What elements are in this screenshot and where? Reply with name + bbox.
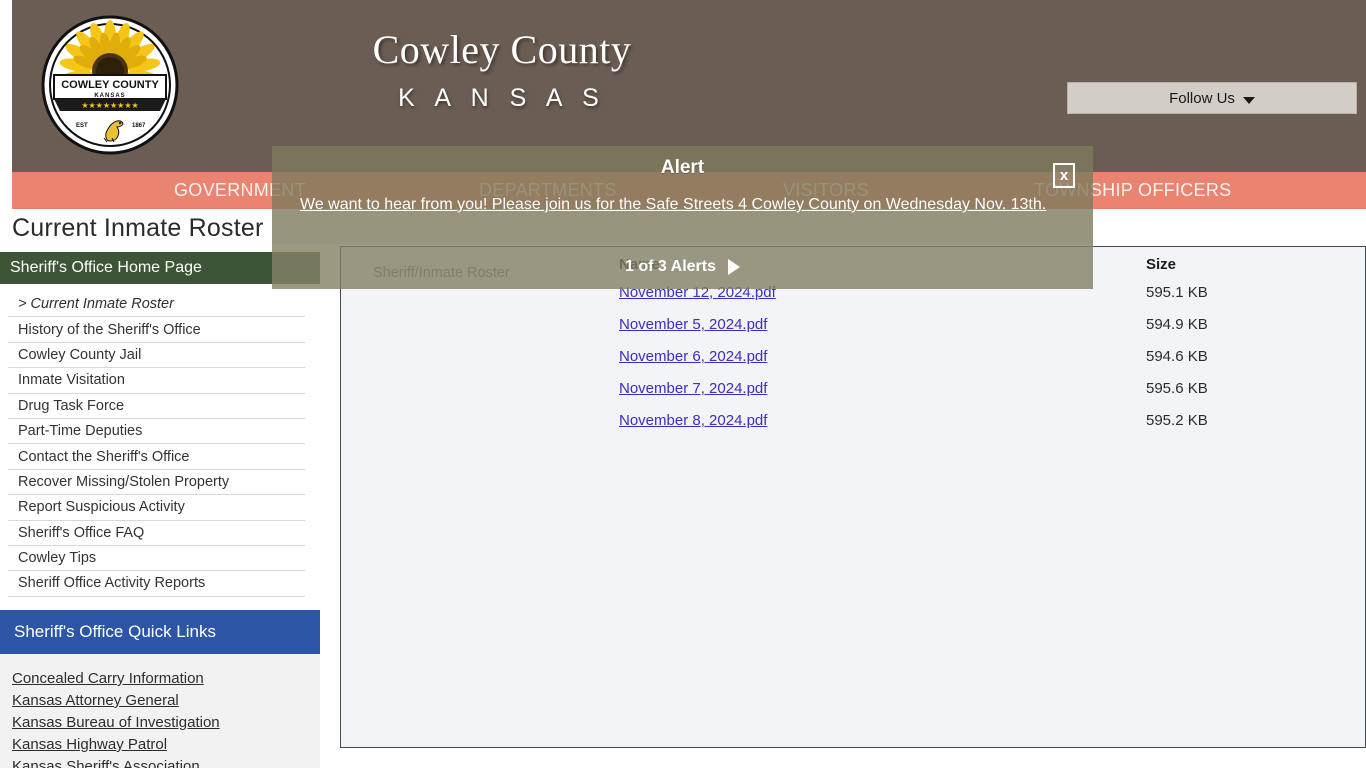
- follow-us-label: Follow Us: [1169, 89, 1235, 107]
- brand-title: Cowley County: [372, 27, 632, 72]
- sidebar-item[interactable]: Part-Time Deputies: [8, 418, 305, 445]
- sidebar-item[interactable]: Recover Missing/Stolen Property: [8, 469, 305, 496]
- chevron-down-icon: [1242, 96, 1255, 104]
- table-row: November 6, 2024.pdf 594.6 KB: [341, 344, 1366, 376]
- sidebar-item[interactable]: Cowley Tips: [8, 545, 305, 572]
- file-rows: November 12, 2024.pdf 595.1 KB November 5,…: [341, 280, 1366, 440]
- alert-message-link[interactable]: We want to hear from you! Please join us…: [300, 194, 1065, 216]
- quick-links-list: Concealed Carry Information Kansas Attorn…: [0, 654, 320, 768]
- file-list-panel: Sheriff/Inmate Roster Name Size November…: [340, 246, 1366, 748]
- sidebar-menu: > Current Inmate Roster History of the Sh…: [0, 284, 305, 597]
- sidebar-item[interactable]: Sheriff's Office FAQ: [8, 520, 305, 546]
- brand-block: Cowley County K A N S A S: [192, 26, 812, 113]
- sidebar-item[interactable]: Contact the Sheriff's Office: [8, 444, 305, 470]
- quick-link[interactable]: Kansas Highway Patrol: [12, 734, 320, 756]
- sidebar-item[interactable]: Report Suspicious Activity: [8, 495, 305, 521]
- quick-link[interactable]: Kansas Attorney General: [12, 690, 320, 712]
- seal-year-text: 1867: [132, 123, 146, 129]
- county-seal-logo[interactable]: COWLEY COUNTY KANSAS ★★★★★★★★ EST 1867: [40, 15, 180, 155]
- alert-modal: Alert x We want to hear from you! Please…: [272, 146, 1093, 289]
- next-alert-arrow-icon[interactable]: [728, 258, 740, 275]
- seal-est-text: EST: [76, 123, 88, 129]
- quick-links-header: Sheriff's Office Quick Links: [0, 610, 320, 654]
- sidebar-item[interactable]: Sheriff Office Activity Reports: [8, 571, 305, 597]
- file-link[interactable]: November 7, 2024.pdf: [619, 380, 767, 397]
- file-size: 595.1 KB: [1146, 284, 1208, 301]
- file-size: 594.6 KB: [1146, 348, 1208, 365]
- alert-counter: 1 of 3 Alerts: [625, 257, 716, 275]
- close-icon[interactable]: x: [1053, 163, 1075, 188]
- follow-us-button[interactable]: Follow Us: [1067, 82, 1357, 114]
- quick-link[interactable]: Kansas Bureau of Investigation: [12, 712, 320, 734]
- svg-text:★★★★★★★★: ★★★★★★★★: [81, 101, 138, 110]
- table-row: November 5, 2024.pdf 594.9 KB: [341, 312, 1366, 344]
- file-link[interactable]: November 8, 2024.pdf: [619, 412, 767, 429]
- seal-name-text: COWLEY COUNTY: [61, 79, 159, 91]
- county-seal-svg: COWLEY COUNTY KANSAS ★★★★★★★★ EST 1867: [41, 15, 179, 155]
- sidebar-item[interactable]: Inmate Visitation: [8, 368, 305, 394]
- page-title: Current Inmate Roster: [12, 214, 264, 242]
- file-link[interactable]: November 6, 2024.pdf: [619, 348, 767, 365]
- sidebar-item[interactable]: > Current Inmate Roster: [8, 292, 305, 318]
- alert-footer: 1 of 3 Alerts: [272, 244, 1093, 289]
- table-row: November 8, 2024.pdf 595.2 KB: [341, 408, 1366, 440]
- file-size: 595.2 KB: [1146, 412, 1208, 429]
- page-root: COWLEY COUNTY KANSAS ★★★★★★★★ EST 1867 C…: [0, 0, 1366, 768]
- column-header-size[interactable]: Size: [1146, 256, 1176, 273]
- seal-state-text: KANSAS: [94, 93, 125, 99]
- table-row: November 7, 2024.pdf 595.6 KB: [341, 376, 1366, 408]
- file-size: 594.9 KB: [1146, 316, 1208, 333]
- sidebar: Sheriff's Office Home Page > Current Inm…: [0, 252, 320, 597]
- file-size: 595.6 KB: [1146, 380, 1208, 397]
- sidebar-item[interactable]: History of the Sheriff's Office: [8, 317, 305, 343]
- quick-link[interactable]: Concealed Carry Information: [12, 668, 320, 690]
- brand-subtitle: K A N S A S: [398, 84, 606, 112]
- quick-link[interactable]: Kansas Sheriff's Association: [12, 756, 320, 768]
- file-link[interactable]: November 5, 2024.pdf: [619, 316, 767, 333]
- sidebar-item[interactable]: Drug Task Force: [8, 393, 305, 419]
- sidebar-item[interactable]: Cowley County Jail: [8, 342, 305, 369]
- alert-title: Alert: [660, 157, 705, 178]
